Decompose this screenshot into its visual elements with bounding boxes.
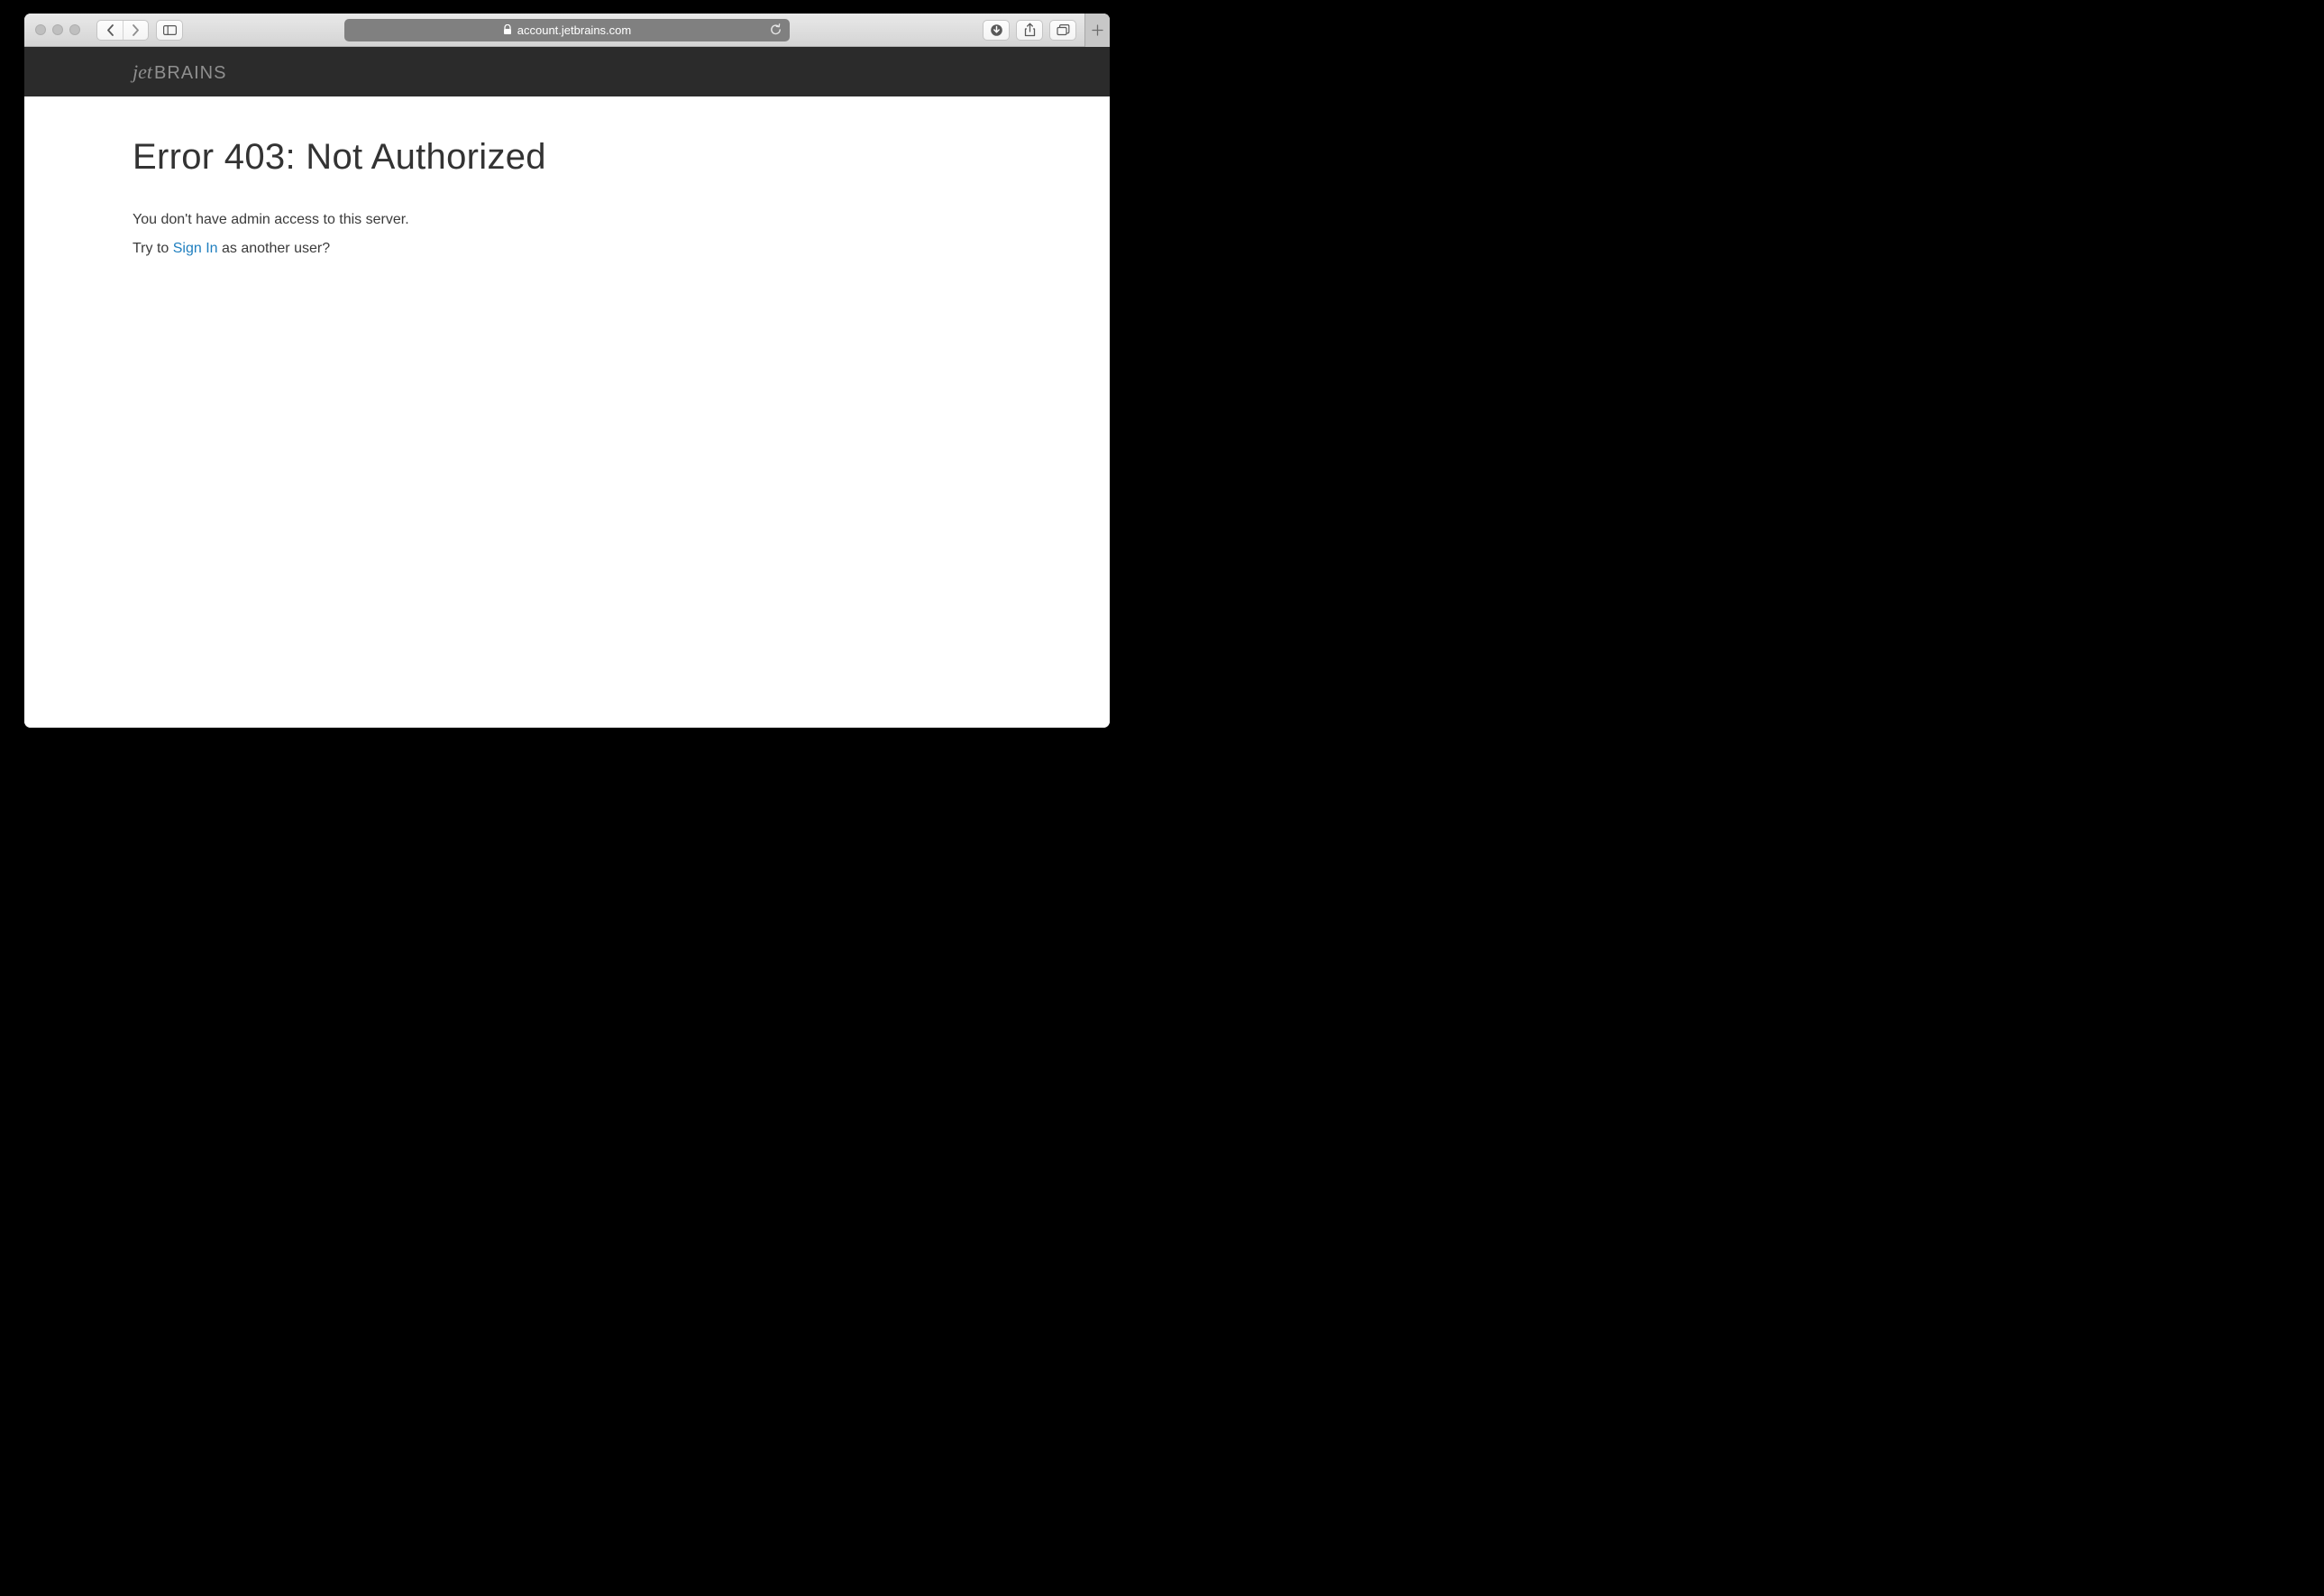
signin-prompt: Try to Sign In as another user? xyxy=(133,241,1002,257)
reload-button[interactable] xyxy=(769,23,782,37)
tabs-overview-button[interactable] xyxy=(1049,20,1076,41)
share-button[interactable] xyxy=(1016,20,1043,41)
page-viewport: jetBRAINS Error 403: Not Authorized You … xyxy=(24,47,1110,728)
address-bar[interactable]: account.jetbrains.com xyxy=(344,19,790,41)
navigation-buttons xyxy=(96,20,149,41)
close-window-button[interactable] xyxy=(35,24,46,35)
logo-caps: BRAINS xyxy=(154,63,226,83)
site-header: jetBRAINS xyxy=(24,47,1110,96)
error-message: You don't have admin access to this serv… xyxy=(133,212,1002,228)
sidebar-toggle-button[interactable] xyxy=(156,20,183,41)
reload-icon xyxy=(769,23,782,37)
jetbrains-logo[interactable]: jetBRAINS xyxy=(133,60,226,84)
sidebar-icon xyxy=(163,25,177,35)
downloads-button[interactable] xyxy=(983,20,1010,41)
toolbar-right xyxy=(983,14,1103,47)
minimize-window-button[interactable] xyxy=(52,24,63,35)
plus-icon xyxy=(1092,24,1103,36)
page-content: Error 403: Not Authorized You don't have… xyxy=(24,96,1110,301)
sign-in-link[interactable]: Sign In xyxy=(173,241,218,256)
back-button[interactable] xyxy=(97,21,123,40)
share-icon xyxy=(1024,23,1036,37)
window-controls xyxy=(35,24,80,35)
download-icon xyxy=(990,23,1003,37)
address-bar-url: account.jetbrains.com xyxy=(517,23,631,37)
prompt-prefix: Try to xyxy=(133,241,173,256)
prompt-suffix: as another user? xyxy=(218,241,331,256)
forward-button[interactable] xyxy=(123,21,148,40)
tabs-icon xyxy=(1057,24,1070,36)
logo-script: jet xyxy=(133,60,152,83)
browser-toolbar: account.jetbrains.com xyxy=(24,14,1110,47)
lock-icon xyxy=(503,24,512,35)
new-tab-button[interactable] xyxy=(1084,14,1110,47)
chevron-right-icon xyxy=(132,24,140,36)
error-heading: Error 403: Not Authorized xyxy=(133,137,1002,178)
zoom-window-button[interactable] xyxy=(69,24,80,35)
browser-window: account.jetbrains.com xyxy=(24,14,1110,728)
chevron-left-icon xyxy=(106,24,114,36)
